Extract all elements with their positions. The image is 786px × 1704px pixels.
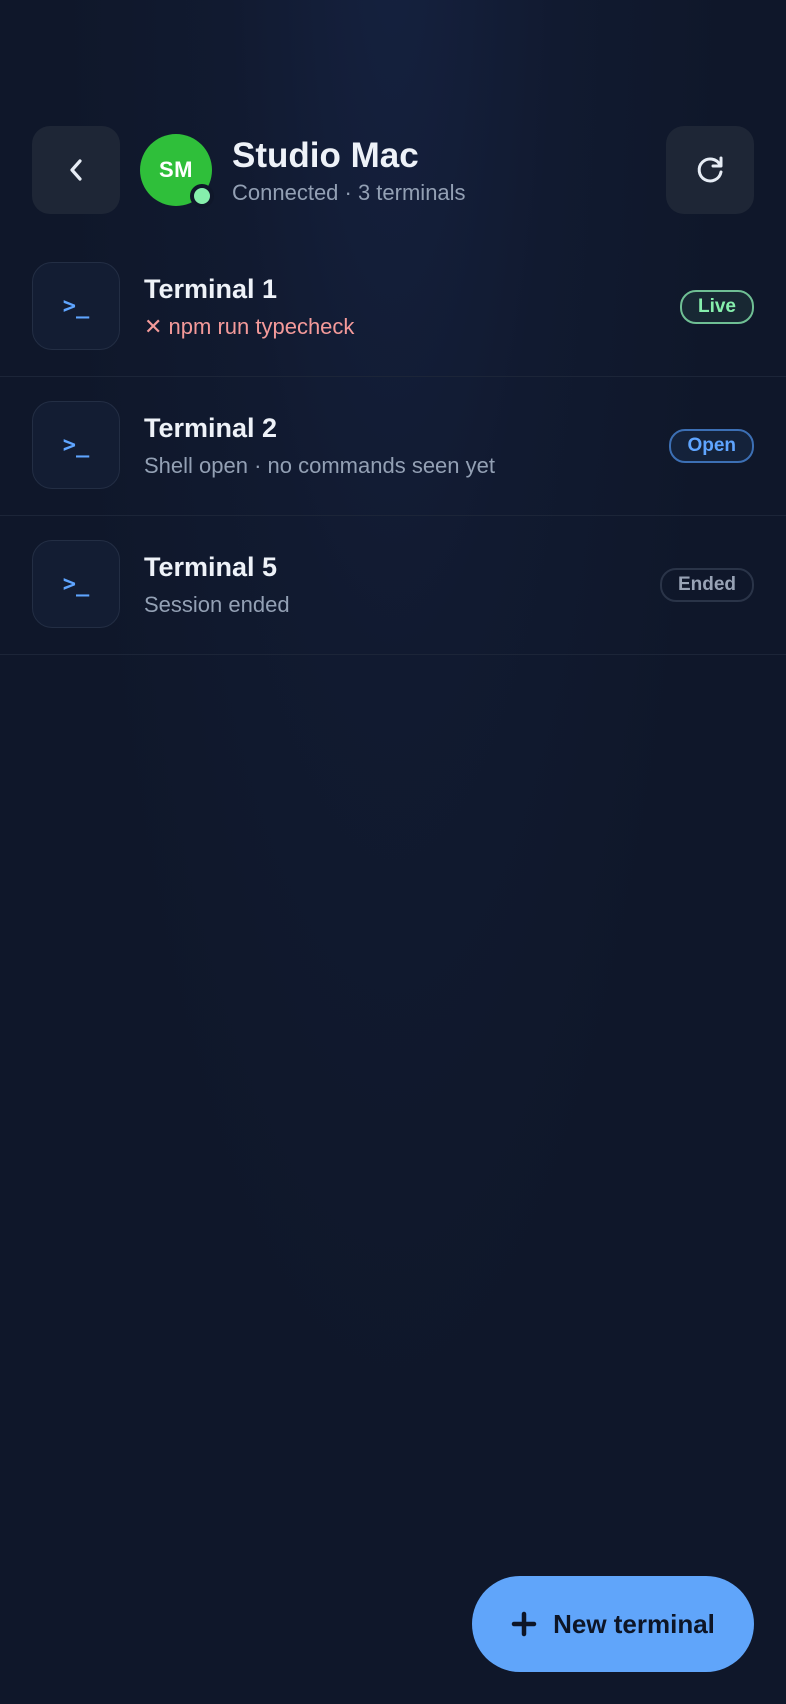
status-badge-open: Open [669,429,754,463]
refresh-button[interactable] [666,126,754,214]
terminal-status-text: Session ended [144,592,290,617]
terminal-title: Terminal 2 [144,413,278,443]
terminal-title: Terminal 1 [144,274,278,304]
connection-status: Connected · 3 terminals [232,180,466,205]
terminal-status-text: Shell open · no commands seen yet [144,453,495,478]
terminal-icon: >_ [32,401,120,489]
back-button[interactable] [32,126,120,214]
terminal-row-1[interactable]: >_ Terminal 1 ✕ npm run typecheck Live [0,238,786,377]
terminal-row-2[interactable]: >_ Terminal 2 Shell open · no commands s… [0,377,786,516]
page-title: Studio Mac [232,136,419,175]
chevron-left-icon [70,159,82,181]
online-status-dot [190,184,214,208]
status-badge-ended: Ended [659,568,754,602]
avatar-initials: SM [159,157,193,182]
terminal-title: Terminal 5 [144,552,278,582]
new-terminal-label: New terminal [553,1608,715,1639]
terminal-icon: >_ [32,540,120,628]
terminal-row-5[interactable]: >_ Terminal 5 Session ended Ended [0,516,786,655]
host-header: SM Studio Mac Connected · 3 terminals [32,126,754,214]
new-terminal-button[interactable]: New terminal [472,1576,754,1672]
avatar: SM [140,134,214,208]
refresh-icon [697,156,723,183]
plus-icon [511,1611,537,1637]
terminal-icon: >_ [32,262,120,350]
status-badge-live: Live [679,290,754,324]
terminal-list: >_ Terminal 1 ✕ npm run typecheck Live >… [0,238,786,655]
terminal-last-command: ✕ npm run typecheck [144,314,355,339]
